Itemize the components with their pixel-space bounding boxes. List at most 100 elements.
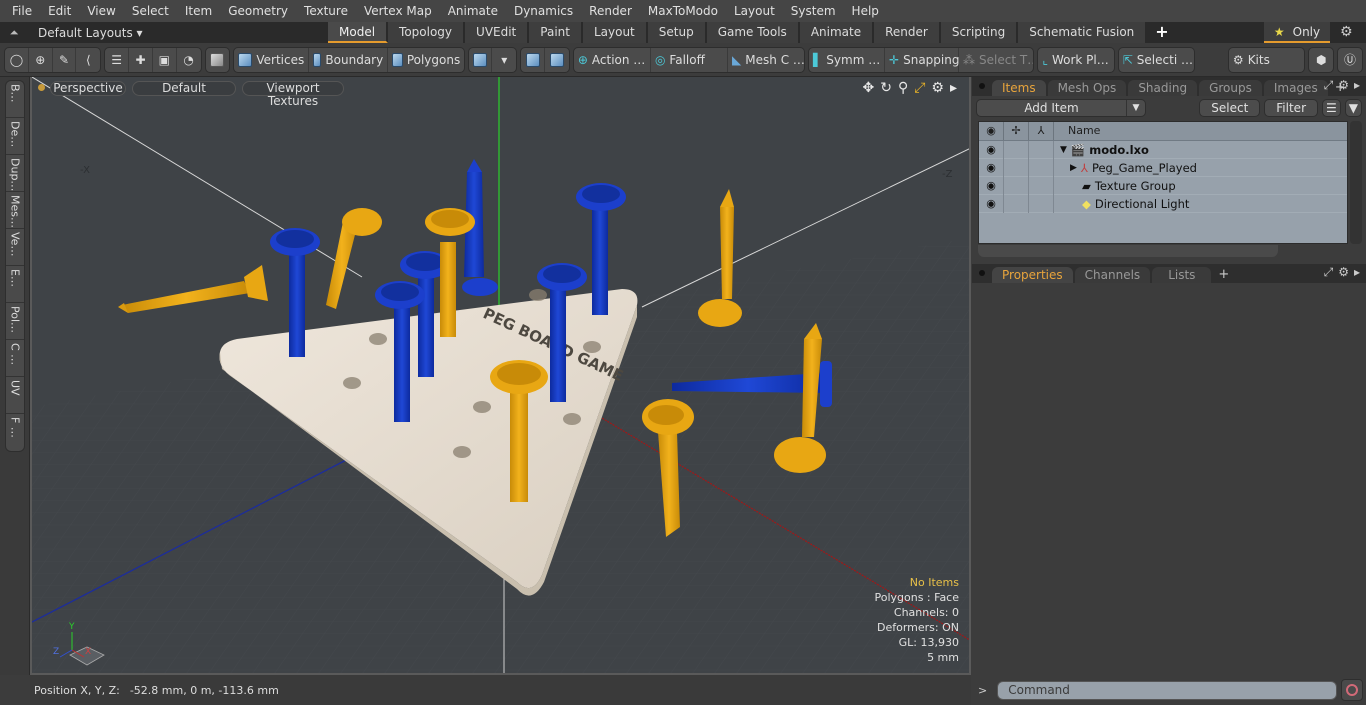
menu-animate[interactable]: Animate	[440, 0, 506, 22]
material-dropdown-icon[interactable]: ▾	[492, 48, 516, 72]
tab-properties[interactable]: Properties	[992, 267, 1073, 283]
tab-groups[interactable]: Groups	[1199, 80, 1262, 96]
material-mode-icon[interactable]	[469, 47, 493, 72]
tab-animate[interactable]: Animate	[799, 22, 875, 43]
vtab-vertex[interactable]: Ve…	[6, 229, 24, 266]
unity-icon[interactable]: ⬢	[1309, 48, 1333, 72]
vtab-deform[interactable]: De…	[6, 118, 24, 155]
command-input[interactable]: Command	[997, 680, 1338, 700]
add-tab-button[interactable]: +	[1147, 22, 1176, 43]
selection-sets-button[interactable]: ⇱ Selecti …	[1119, 48, 1194, 72]
menu-edit[interactable]: Edit	[40, 0, 79, 22]
menu-render[interactable]: Render	[581, 0, 640, 22]
vtab-curve[interactable]: C …	[6, 340, 24, 377]
tab-items[interactable]: Items	[992, 80, 1046, 96]
tab-scripting[interactable]: Scripting	[940, 22, 1019, 43]
eye-icon[interactable]: ◉	[979, 158, 1004, 177]
zoom-icon[interactable]: ⚲	[898, 80, 908, 96]
tab-layout[interactable]: Layout	[582, 22, 648, 43]
add-item-button[interactable]: Add Item ▼	[976, 98, 1146, 117]
pivot-icon[interactable]	[545, 48, 569, 72]
tab-lists[interactable]: Lists	[1152, 267, 1212, 283]
menu-file[interactable]: File	[4, 0, 40, 22]
menu-system[interactable]: System	[783, 0, 844, 22]
action-center-icon[interactable]	[521, 47, 546, 72]
gear-icon[interactable]: ⚙	[1340, 24, 1353, 40]
shading-dropdown[interactable]: Default	[132, 80, 236, 96]
tab-images[interactable]: Images	[1263, 80, 1328, 96]
add-properties-tab-button[interactable]: +	[1213, 267, 1234, 283]
texture-mode-dropdown[interactable]: Viewport Textures	[242, 80, 344, 107]
list-options-icon[interactable]: ☰	[1322, 98, 1341, 117]
visibility-column-icon[interactable]: ◉	[979, 122, 1004, 140]
circle-tool-icon[interactable]: ◯	[5, 47, 29, 72]
layout-select[interactable]: Default Layouts ▾	[28, 26, 328, 40]
viewport-gear-icon[interactable]: ⚙	[931, 80, 944, 96]
collapse-up-icon[interactable]: ⏶	[0, 26, 28, 40]
name-column-header[interactable]: Name	[1054, 122, 1100, 140]
vtab-edge[interactable]: E…	[6, 266, 24, 303]
properties-maximize-icon[interactable]: ⤢	[1324, 265, 1334, 280]
frame-tool-icon[interactable]: ▣	[153, 47, 177, 72]
unreal-icon[interactable]: Ⓤ	[1338, 48, 1362, 72]
eye-icon[interactable]: ◉	[979, 140, 1004, 159]
tree-vertical-scrollbar[interactable]	[1350, 121, 1362, 244]
vtab-mesh-edit[interactable]: Mes…	[6, 192, 24, 229]
polygons-button[interactable]: Polygons	[388, 48, 463, 72]
panel-arrow-icon[interactable]: ▸	[1354, 78, 1360, 93]
snapping-button[interactable]: ✛ Snapping	[885, 47, 959, 72]
vtab-basic[interactable]: B…	[6, 81, 24, 118]
record-macro-button[interactable]	[1341, 679, 1364, 701]
tree-row-texture-group[interactable]: ◉ ▰ Texture Group	[979, 176, 1347, 195]
tab-uvedit[interactable]: UVEdit	[465, 22, 530, 43]
menu-dynamics[interactable]: Dynamics	[506, 0, 581, 22]
tab-paint[interactable]: Paint	[529, 22, 583, 43]
menu-geometry[interactable]: Geometry	[220, 0, 296, 22]
vtab-polygon[interactable]: Pol…	[6, 303, 24, 340]
mesh-constraint-button[interactable]: ◣ Mesh C …	[728, 48, 804, 72]
eye-icon[interactable]: ◉	[979, 176, 1004, 195]
tab-schematic-fusion[interactable]: Schematic Fusion	[1018, 22, 1148, 43]
select-through-button[interactable]: ⁂ Select T…	[959, 48, 1033, 72]
tree-row-light[interactable]: ◉ ◆ Directional Light	[979, 194, 1347, 213]
panel-maximize-icon[interactable]: ⤢	[1324, 78, 1334, 93]
align-tool-icon[interactable]: ☰	[105, 47, 130, 72]
pan-icon[interactable]: ✥	[862, 80, 874, 96]
tree-row-scene[interactable]: ◉ ▼ 🎬 modo.lxo	[979, 140, 1347, 159]
expand-arrow-icon[interactable]: ▸	[950, 80, 957, 96]
vtab-fusion[interactable]: F …	[6, 414, 24, 451]
tab-mesh-ops[interactable]: Mesh Ops	[1047, 80, 1127, 96]
add-item-dropdown-icon[interactable]: ▼	[1127, 100, 1145, 116]
action-button[interactable]: ⊕ Action …	[574, 47, 651, 72]
menu-select[interactable]: Select	[124, 0, 177, 22]
type-column-icon[interactable]: ⅄	[1029, 122, 1054, 140]
expand-down-icon[interactable]: ▼	[1060, 145, 1067, 155]
select-button[interactable]: Select	[1199, 98, 1261, 117]
lock-column-icon[interactable]: ✢	[1004, 122, 1029, 140]
tab-game-tools[interactable]: Game Tools	[706, 22, 800, 43]
expand-right-icon[interactable]: ▶	[1070, 163, 1077, 173]
work-plane-button[interactable]: ⌞ Work Pl…	[1038, 48, 1113, 72]
3d-viewport[interactable]: PEG BOARD GAME -X -Z Y X Z Perspective D…	[30, 77, 971, 675]
falloff-button[interactable]: ◎ Falloff	[651, 47, 729, 72]
menu-item[interactable]: Item	[177, 0, 220, 22]
tab-channels[interactable]: Channels	[1074, 267, 1151, 283]
menu-help[interactable]: Help	[844, 0, 887, 22]
menu-view[interactable]: View	[79, 0, 123, 22]
view-mode-dropdown[interactable]: Perspective	[50, 80, 126, 96]
menu-maxtomodo[interactable]: MaxToModo	[640, 0, 726, 22]
properties-gear-icon[interactable]: ⚙	[1338, 265, 1349, 280]
pen-tool-icon[interactable]: ✎	[53, 47, 77, 72]
sketch-tool-icon[interactable]: ⟨	[76, 48, 100, 72]
sphere-tool-icon[interactable]: ⊕	[29, 47, 53, 72]
tab-topology[interactable]: Topology	[388, 22, 466, 43]
properties-arrow-icon[interactable]: ▸	[1354, 265, 1360, 280]
vtab-uv[interactable]: UV	[6, 377, 24, 414]
menu-layout[interactable]: Layout	[726, 0, 783, 22]
tab-setup[interactable]: Setup	[647, 22, 707, 43]
menu-vertex-map[interactable]: Vertex Map	[356, 0, 440, 22]
unwrap-tool-icon[interactable]: ✚	[129, 47, 153, 72]
tab-render[interactable]: Render	[874, 22, 941, 43]
panel-menu-dot[interactable]	[979, 83, 985, 89]
menu-texture[interactable]: Texture	[296, 0, 356, 22]
